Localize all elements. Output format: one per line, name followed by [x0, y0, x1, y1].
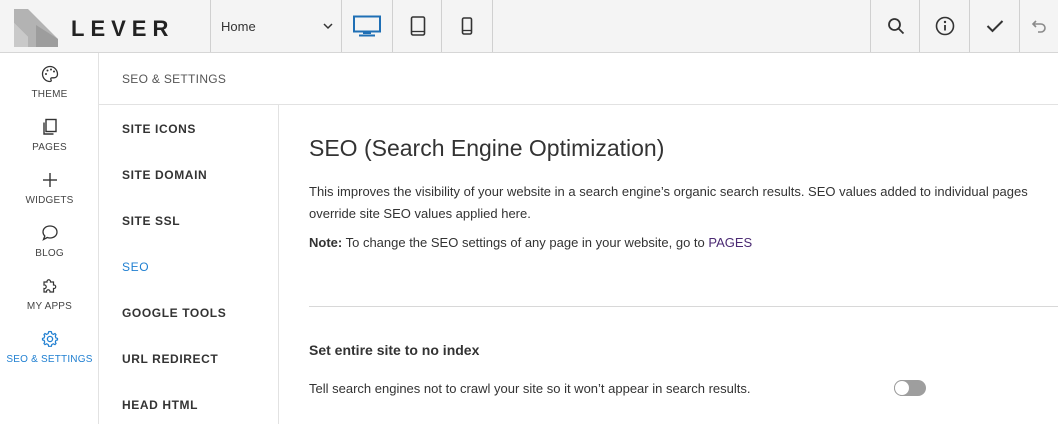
nav-item-pages[interactable]: PAGES	[0, 118, 99, 168]
note-text: To change the SEO settings of any page i…	[342, 235, 709, 250]
chevron-down-icon	[323, 23, 333, 30]
publish-button[interactable]	[970, 0, 1019, 52]
submenu-item-seo[interactable]: SEO	[122, 260, 149, 274]
nav-label-blog: BLOG	[35, 248, 64, 259]
plus-icon	[42, 173, 57, 187]
info-button[interactable]	[920, 0, 969, 52]
settings-submenu: SITE ICONS SITE DOMAIN SITE SSL SEO GOOG…	[99, 105, 279, 424]
nav-item-my-apps[interactable]: MY APPS	[0, 277, 99, 327]
check-icon	[986, 20, 1003, 33]
settings-header: SEO & SETTINGS	[99, 53, 1058, 105]
palette-icon	[41, 65, 58, 83]
logo-text: LEVER	[71, 16, 175, 41]
top-toolbar: LEVER Home	[0, 0, 1058, 53]
seo-description: This improves the visibility of your web…	[309, 184, 1028, 221]
nav-label-theme: THEME	[31, 89, 68, 100]
submenu-item-head-html[interactable]: HEAD HTML	[122, 398, 198, 412]
chat-bubble-icon	[41, 225, 58, 241]
page-select-value: Home	[221, 18, 256, 34]
seo-note: Note: To change the SEO settings of any …	[309, 235, 752, 250]
mobile-view-button[interactable]	[442, 0, 492, 52]
no-index-toggle[interactable]	[894, 380, 926, 396]
seo-panel: SEO (Search Engine Optimization) This im…	[279, 105, 1058, 424]
info-icon	[935, 16, 954, 36]
tablet-icon	[410, 16, 426, 36]
desktop-view-button[interactable]	[342, 0, 392, 52]
nav-item-blog[interactable]: BLOG	[0, 224, 99, 274]
undo-icon	[1031, 20, 1046, 33]
no-index-description: Tell search engines not to crawl your si…	[309, 381, 751, 396]
undo-button[interactable]	[1020, 0, 1058, 52]
settings-header-title: SEO & SETTINGS	[122, 72, 227, 86]
logo[interactable]: LEVER	[0, 0, 210, 52]
main-nav: THEME PAGES WIDGETS BLOG MY APPS SEO & S…	[0, 53, 99, 424]
page-title: SEO (Search Engine Optimization)	[309, 135, 665, 161]
pages-icon	[42, 118, 57, 135]
submenu-item-url-redirect[interactable]: URL REDIRECT	[122, 352, 218, 366]
divider	[309, 306, 1058, 307]
nav-label-widgets: WIDGETS	[25, 195, 74, 206]
note-label: Note:	[309, 235, 343, 250]
submenu-item-google-tools[interactable]: GOOGLE TOOLS	[122, 306, 226, 320]
nav-item-seo-settings[interactable]: SEO & SETTINGS	[0, 330, 99, 380]
nav-label-pages: PAGES	[32, 142, 67, 153]
submenu-item-site-icons[interactable]: SITE ICONS	[122, 122, 196, 136]
mobile-icon	[461, 17, 473, 35]
nav-label-seo-settings: SEO & SETTINGS	[6, 354, 93, 365]
pages-link[interactable]: PAGES	[708, 235, 752, 250]
submenu-item-site-domain[interactable]: SITE DOMAIN	[122, 168, 207, 182]
lever-logo-icon	[14, 9, 58, 47]
nav-item-widgets[interactable]: WIDGETS	[0, 171, 99, 221]
nav-label-my-apps: MY APPS	[26, 301, 73, 312]
page-select[interactable]: Home	[211, 0, 341, 52]
search-button[interactable]	[871, 0, 920, 52]
desktop-icon	[353, 15, 381, 37]
gear-icon	[41, 330, 58, 347]
tablet-view-button[interactable]	[393, 0, 443, 52]
submenu-item-site-ssl[interactable]: SITE SSL	[122, 214, 180, 228]
nav-item-theme[interactable]: THEME	[0, 65, 99, 115]
no-index-title: Set entire site to no index	[309, 342, 480, 358]
search-icon	[887, 18, 904, 35]
toggle-knob	[894, 380, 910, 396]
puzzle-icon	[42, 279, 56, 293]
